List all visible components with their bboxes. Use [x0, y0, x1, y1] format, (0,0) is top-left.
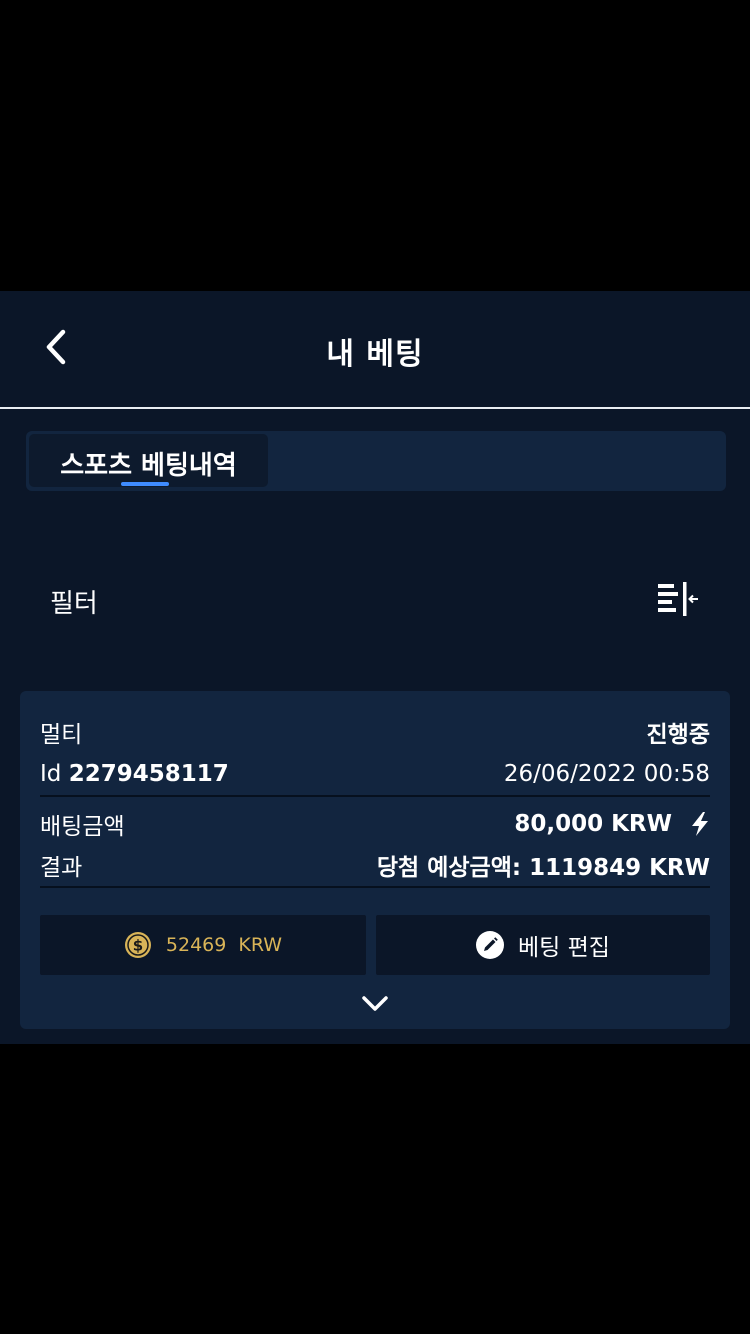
balance-amount: 52469 KRW — [165, 934, 283, 956]
stake-label: 배팅금액 — [40, 814, 125, 840]
pencil-icon — [476, 931, 505, 959]
stake-row: 배팅금액 80,000 KRW — [40, 807, 710, 841]
bet-datetime: 26/06/2022 00:58 — [503, 761, 710, 787]
bet-type: 멀티 — [40, 722, 83, 748]
potential-win: 당첨 예상금액: 1119849 KRW — [376, 855, 710, 881]
bet-header-row: 멀티 진행중 — [40, 715, 710, 749]
divider — [40, 886, 710, 888]
bet-id-value: 2279458117 — [68, 761, 229, 787]
expand-button[interactable] — [355, 991, 395, 1017]
filter-label: 필터 — [50, 589, 98, 619]
tab-sports-bet-history[interactable]: 스포츠 베팅내역 — [29, 434, 268, 487]
result-row: 결과 당첨 예상금액: 1119849 KRW — [40, 848, 710, 882]
edit-bet-button[interactable]: 베팅 편집 — [376, 915, 710, 975]
svg-text:$: $ — [133, 937, 143, 955]
stake-value: 80,000 KRW — [514, 811, 672, 837]
edit-bet-label: 베팅 편집 — [518, 935, 610, 961]
my-bets-screen: 내 베팅 스포츠 베팅내역 필터 멀티 진행중 Id 2279458117 26… — [0, 291, 750, 1044]
active-tab-indicator — [121, 482, 169, 486]
page-title: 내 베팅 — [326, 337, 424, 372]
coin-icon: $ — [124, 932, 151, 958]
divider — [40, 795, 710, 797]
chevron-down-icon — [362, 996, 388, 1011]
lightning-icon — [692, 812, 708, 836]
bet-status: 진행중 — [646, 722, 710, 748]
bet-id: Id 2279458117 — [40, 761, 229, 787]
bet-id-row: Id 2279458117 26/06/2022 00:58 — [40, 757, 710, 791]
tab-bar: 스포츠 베팅내역 — [26, 431, 726, 491]
bet-id-label: Id — [40, 761, 62, 787]
result-label: 결과 — [40, 855, 83, 881]
bet-card: 멀티 진행중 Id 2279458117 26/06/2022 00:58 배팅… — [20, 691, 730, 1029]
filter-icon[interactable] — [655, 580, 701, 620]
tab-label: 스포츠 베팅내역 — [60, 451, 237, 481]
header: 내 베팅 — [0, 291, 750, 409]
balance-button[interactable]: $ 52469 KRW — [40, 915, 366, 975]
